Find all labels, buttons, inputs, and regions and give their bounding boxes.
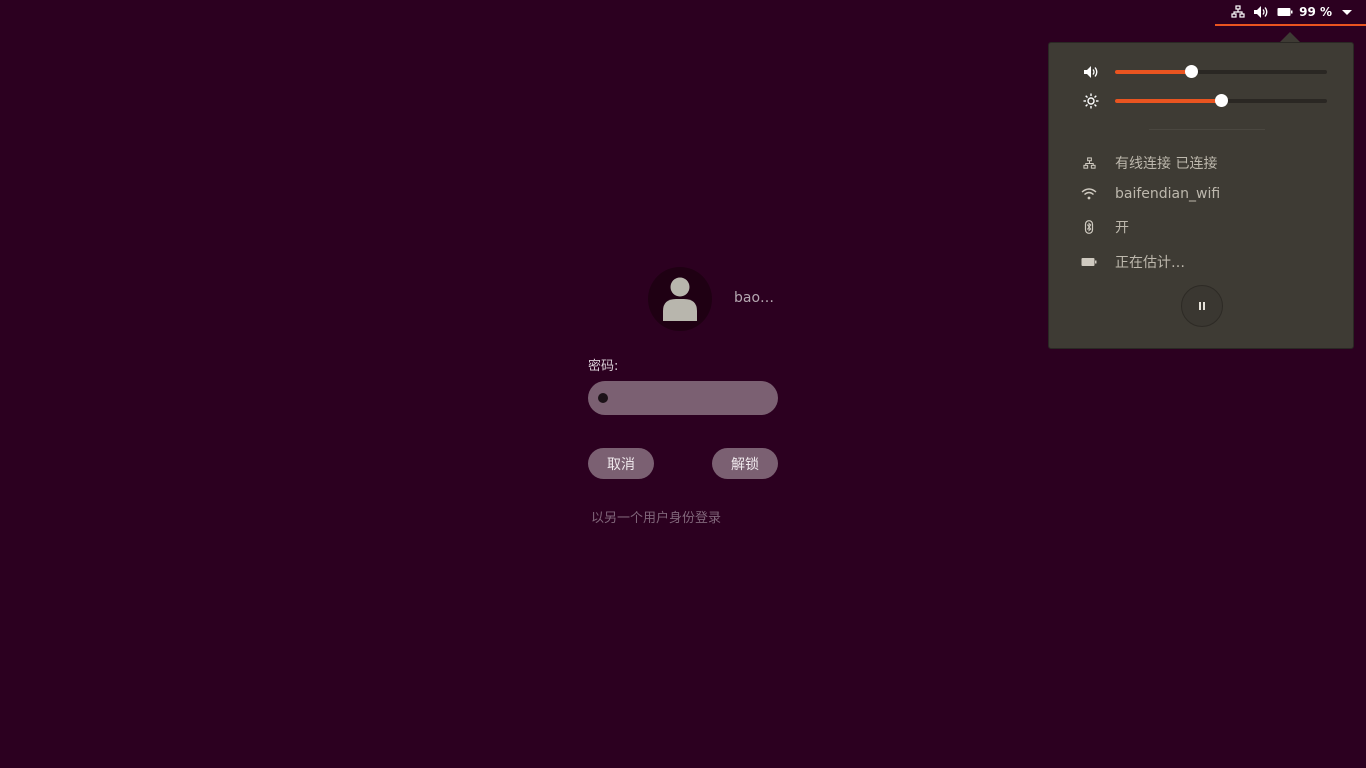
brightness-slider-knob[interactable] <box>1215 94 1228 107</box>
battery-icon <box>1277 7 1293 17</box>
brightness-slider-fill <box>1115 99 1221 103</box>
unlock-button[interactable]: 解锁 <box>712 448 778 479</box>
password-bullet <box>598 393 608 403</box>
network-wired-icon <box>1079 156 1099 170</box>
password-label: 密码: <box>588 359 619 374</box>
volume-icon <box>1253 5 1269 19</box>
username-label: bao… <box>734 290 775 306</box>
menu-item-battery[interactable]: 正在估计… <box>1079 252 1185 272</box>
battery-percentage: 99 % <box>1299 5 1332 19</box>
network-wired-icon <box>1231 5 1245 19</box>
menu-item-wifi[interactable]: baifendian_wifi <box>1079 184 1220 204</box>
bluetooth-icon <box>1079 220 1099 234</box>
pause-button[interactable] <box>1181 285 1223 327</box>
menu-separator <box>1149 129 1265 130</box>
login-as-other-user-link[interactable]: 以另一个用户身份登录 <box>591 507 721 526</box>
volume-icon <box>1081 62 1101 82</box>
wifi-icon <box>1079 188 1099 200</box>
chevron-down-icon <box>1342 9 1352 15</box>
menu-item-label: 开 <box>1115 220 1129 236</box>
user-icon <box>663 277 697 321</box>
brightness-slider[interactable] <box>1115 94 1327 107</box>
volume-slider[interactable] <box>1115 65 1327 78</box>
system-status-area[interactable]: 99 % <box>1215 0 1366 26</box>
volume-row <box>1081 62 1327 82</box>
menu-item-label: 正在估计… <box>1115 255 1185 271</box>
volume-slider-fill <box>1115 70 1192 74</box>
system-menu: 有线连接 已连接 baifendian_wifi 开 正在估计… <box>1048 42 1354 349</box>
battery-icon <box>1079 257 1099 267</box>
pause-icon <box>1199 302 1201 310</box>
menu-item-bluetooth[interactable]: 开 <box>1079 217 1129 237</box>
menu-item-wired[interactable]: 有线连接 已连接 <box>1079 153 1217 173</box>
menu-item-label: baifendian_wifi <box>1115 186 1221 202</box>
avatar <box>648 267 712 331</box>
cancel-button[interactable]: 取消 <box>588 448 654 479</box>
lock-screen: 99 % 有线连接 已连接 baifendian_wifi 开 正在估计… ba… <box>0 0 1366 768</box>
password-field[interactable] <box>588 381 778 415</box>
menu-item-label: 有线连接 已连接 <box>1115 156 1218 172</box>
brightness-icon <box>1081 91 1101 111</box>
volume-slider-knob[interactable] <box>1185 65 1199 78</box>
brightness-row <box>1081 91 1327 111</box>
